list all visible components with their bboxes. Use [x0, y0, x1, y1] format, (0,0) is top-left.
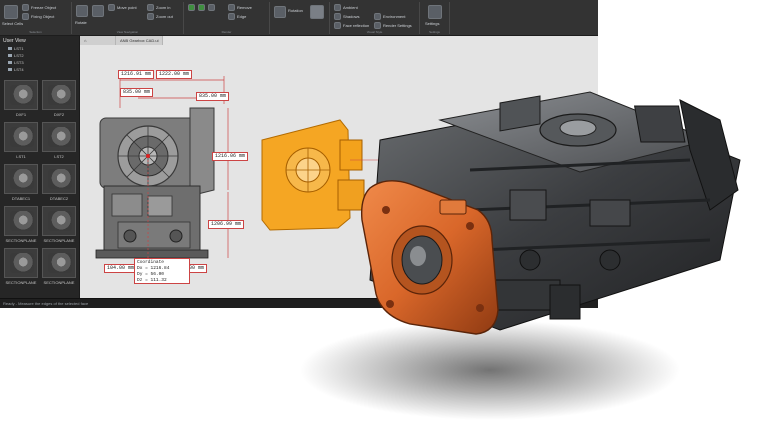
dimension-label[interactable]: 1222.00 mm — [156, 70, 193, 79]
gearbox-3d-render — [300, 91, 741, 420]
status-text: Ready - Measure the edges of the selecte… — [3, 301, 89, 306]
dimension-label[interactable]: 1216.91 mm — [118, 70, 155, 79]
ground-shadow — [300, 320, 680, 420]
dimension-label[interactable]: 1206.99 mm — [208, 220, 245, 229]
front-view-drawing — [95, 107, 215, 259]
dimension-label[interactable]: 835.00 mm — [120, 88, 154, 97]
coordinate-dz: Dz = 111.32 — [137, 278, 167, 283]
dimension-label[interactable]: 104.00 mm — [104, 264, 138, 273]
dimension-label[interactable]: 1216.06 mm — [212, 152, 249, 161]
coordinate-readout: Coordinate Dx = 1216.84 Dy = 56.00 Dz = … — [134, 258, 190, 284]
dimension-label[interactable]: 835.00 mm — [196, 92, 230, 101]
